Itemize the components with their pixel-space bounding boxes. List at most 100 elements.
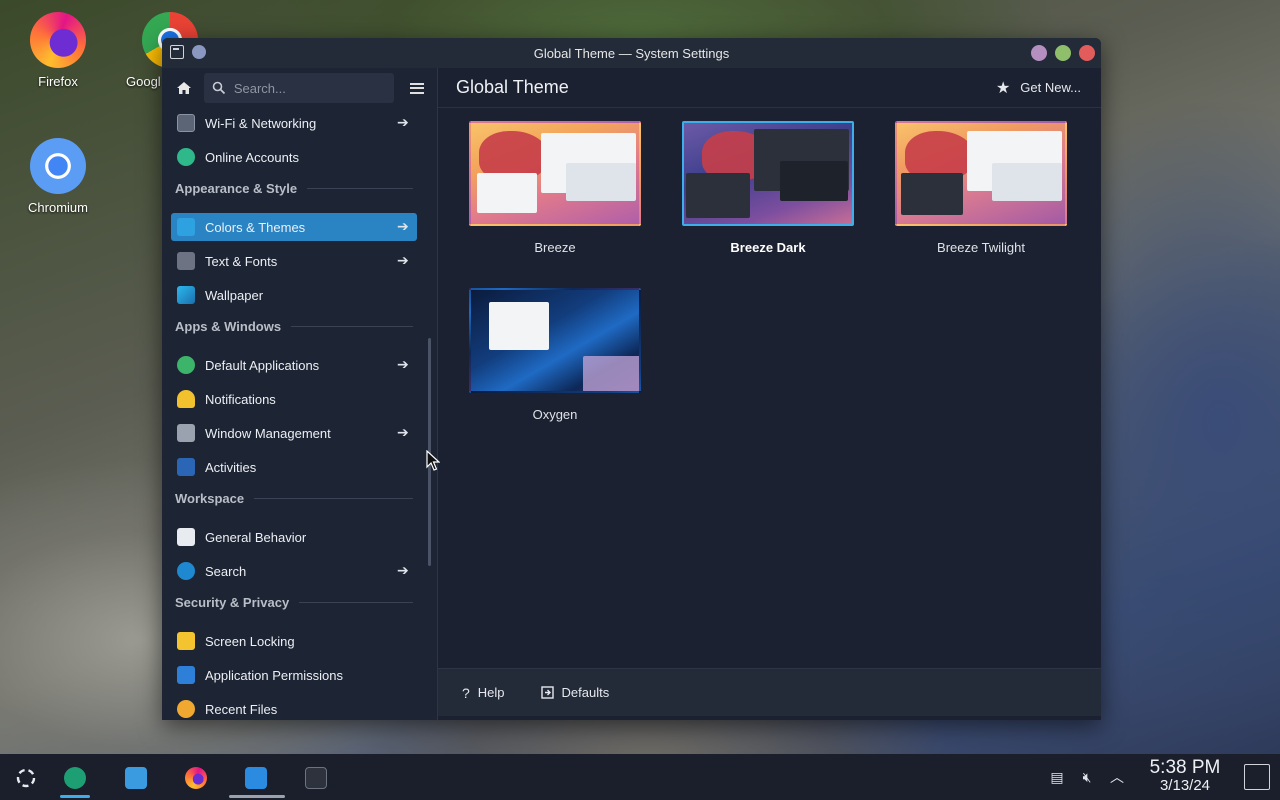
sidebar-item-label: Search: [205, 563, 247, 579]
sidebar-item-activities[interactable]: Activities: [171, 453, 417, 481]
theme-name: Breeze Dark: [730, 240, 806, 255]
system-settings-icon: [64, 767, 86, 789]
category-appearance-style: Appearance & Style: [175, 181, 413, 196]
category-apps-windows: Apps & Windows: [175, 319, 413, 334]
window-titlebar[interactable]: Global Theme — System Settings: [162, 38, 1101, 68]
activities-icon: [177, 458, 195, 476]
sidebar-item-default-applications[interactable]: Default Applications ➔: [171, 351, 417, 379]
sidebar-item-label: Default Applications: [205, 357, 320, 373]
taskbar-system-settings[interactable]: [53, 762, 97, 798]
theme-preview: [469, 288, 641, 393]
sidebar-item-general-behavior[interactable]: General Behavior: [171, 523, 417, 551]
clock-date: 3/13/24: [1159, 777, 1211, 794]
theme-tile-breeze-dark[interactable]: Breeze Dark: [679, 121, 857, 255]
general-behavior-icon: [177, 528, 195, 546]
taskbar: ▤ 🔇︎ ︿ 5:38 PM 3/13/24: [0, 754, 1280, 800]
get-new-label: Get New...: [1020, 80, 1081, 95]
volume-muted-icon[interactable]: 🔇︎: [1072, 769, 1102, 786]
on-all-desktops-button[interactable]: [192, 45, 206, 59]
sidebar-list: Wi-Fi & Networking ➔ Online Accounts App…: [162, 112, 437, 720]
sidebar-item-search[interactable]: Search ➔: [171, 557, 417, 585]
desktop-icon-firefox[interactable]: Firefox: [13, 12, 103, 89]
get-new-button[interactable]: ★ Get New...: [994, 74, 1083, 102]
window-management-icon: [177, 424, 195, 442]
digital-clock[interactable]: 5:38 PM 3/13/24: [1140, 758, 1230, 795]
sidebar-item-label: Activities: [205, 459, 257, 475]
steam-deck-launcher-icon: [16, 768, 36, 788]
colors-themes-icon: [177, 218, 195, 236]
sidebar-item-colors-themes[interactable]: Colors & Themes ➔: [171, 213, 417, 241]
theme-name: Breeze: [534, 240, 576, 255]
defaults-label: Defaults: [561, 685, 610, 700]
theme-preview: [895, 121, 1067, 226]
footer-bar: ? Help Defaults: [438, 668, 1101, 716]
desktop-icon-chromium[interactable]: Chromium: [13, 138, 103, 215]
desktop-icon-label: Chromium: [28, 200, 88, 215]
sidebar-item-label: Wi-Fi & Networking: [205, 115, 317, 131]
category-label: Workspace: [175, 491, 245, 506]
arrow-right-icon: ➔: [397, 424, 409, 440]
hamburger-menu-button[interactable]: [406, 73, 429, 103]
maximize-button[interactable]: [1055, 45, 1071, 61]
bell-icon: [177, 390, 195, 408]
window-menu-icon[interactable]: [170, 45, 184, 59]
category-label: Security & Privacy: [175, 595, 290, 610]
arrow-right-icon: ➔: [397, 252, 409, 268]
wallpaper-icon: [177, 286, 195, 304]
theme-tile-oxygen[interactable]: Oxygen: [466, 288, 644, 422]
theme-name: Breeze Twilight: [937, 240, 1025, 255]
network-icon: [177, 114, 195, 132]
sidebar-item-wifi-networking[interactable]: Wi-Fi & Networking ➔: [171, 112, 417, 137]
default-applications-icon: [177, 356, 195, 374]
close-button[interactable]: [1079, 45, 1095, 61]
help-icon: ?: [462, 684, 470, 701]
taskbar-firefox[interactable]: [174, 762, 218, 794]
taskbar-discover[interactable]: [114, 762, 158, 794]
search-icon: [212, 81, 225, 95]
arrow-right-icon: ➔: [397, 114, 409, 130]
discover-icon: [125, 767, 147, 789]
sidebar-item-screen-locking[interactable]: Screen Locking: [171, 627, 417, 655]
search-input[interactable]: [233, 80, 374, 96]
sidebar-item-label: Text & Fonts: [205, 253, 278, 269]
defaults-icon: [540, 686, 554, 699]
recent-files-icon: [177, 700, 195, 718]
sidebar-item-online-accounts[interactable]: Online Accounts: [171, 143, 417, 171]
desktop-icon-label: Firefox: [38, 74, 78, 89]
taskbar-konsole[interactable]: [294, 762, 338, 794]
theme-tile-breeze-twilight[interactable]: Breeze Twilight: [892, 121, 1070, 255]
minimize-button[interactable]: [1031, 45, 1047, 61]
sidebar-item-wallpaper[interactable]: Wallpaper: [171, 281, 417, 309]
show-desktop-button[interactable]: [1244, 764, 1270, 790]
sidebar-item-notifications[interactable]: Notifications: [171, 385, 417, 413]
sidebar-item-text-fonts[interactable]: Text & Fonts ➔: [171, 247, 417, 275]
main-content: Global Theme ★ Get New... Breeze Breeze …: [438, 68, 1101, 720]
terminal-icon: [305, 767, 327, 789]
sidebar-item-label: Application Permissions: [205, 667, 344, 683]
category-security-privacy: Security & Privacy: [175, 595, 413, 610]
sidebar-item-label: Window Management: [205, 425, 331, 441]
clipboard-icon[interactable]: ▤: [1042, 769, 1072, 786]
theme-preview: [682, 121, 854, 226]
sidebar-item-label: General Behavior: [205, 529, 307, 545]
help-label: Help: [477, 685, 505, 700]
application-launcher-button[interactable]: [4, 762, 48, 794]
defaults-button[interactable]: Defaults: [529, 679, 622, 706]
search-field[interactable]: [203, 73, 394, 103]
sidebar-item-window-management[interactable]: Window Management ➔: [171, 419, 417, 447]
chevron-up-icon[interactable]: ︿: [1102, 767, 1132, 787]
window-title: Global Theme — System Settings: [533, 45, 730, 61]
category-label: Appearance & Style: [175, 181, 298, 196]
category-workspace: Workspace: [175, 491, 413, 506]
sidebar-item-label: Notifications: [205, 391, 276, 407]
sidebar-item-application-permissions[interactable]: Application Permissions: [171, 661, 417, 689]
help-button[interactable]: ? Help: [450, 679, 517, 707]
sidebar-item-recent-files[interactable]: Recent Files: [171, 695, 417, 720]
taskbar-dolphin[interactable]: [229, 762, 285, 798]
theme-name: Oxygen: [532, 407, 578, 422]
application-permissions-icon: [177, 666, 195, 684]
hamburger-icon: [410, 82, 425, 94]
home-button[interactable]: [170, 73, 198, 103]
page-title: Global Theme: [456, 77, 569, 97]
theme-tile-breeze[interactable]: Breeze: [466, 121, 644, 255]
